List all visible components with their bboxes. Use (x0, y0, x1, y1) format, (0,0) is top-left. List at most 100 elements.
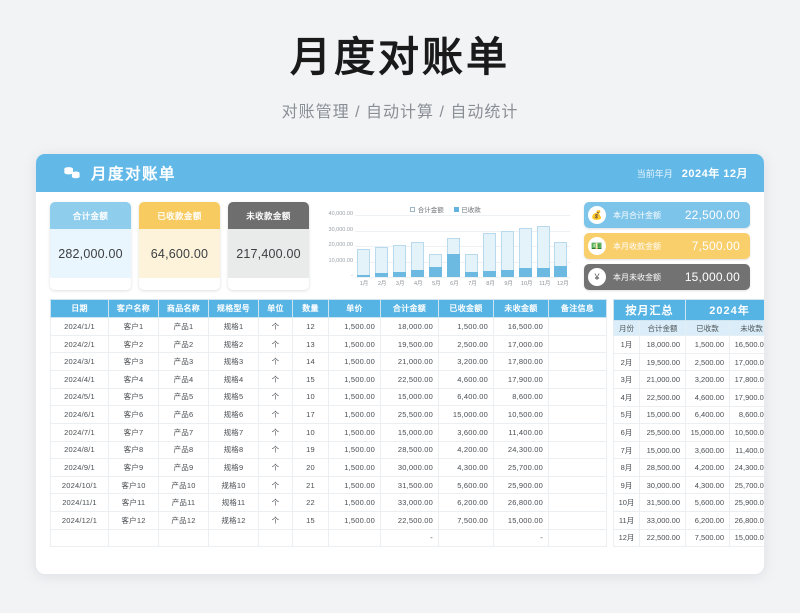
detail-column-header[interactable]: 合计金额 (380, 299, 439, 319)
table-cell[interactable]: 3,200.00 (438, 352, 494, 372)
summary-cell[interactable]: 25,900.00 (728, 493, 764, 513)
summary-cell[interactable]: 10,500.00 (728, 423, 764, 442)
table-cell[interactable]: 产品9 (158, 458, 209, 477)
table-cell[interactable]: 个 (258, 440, 293, 460)
table-cell[interactable]: 规格10 (208, 475, 259, 495)
table-cell[interactable]: 规格4 (208, 370, 259, 389)
table-cell[interactable]: 1,500.00 (328, 511, 381, 530)
summary-cell[interactable]: 10月 (613, 493, 640, 513)
table-row[interactable]: 2024/3/1 客户3 产品3 规格3 个 14 1,500.00 21,000.00 3,2… (50, 352, 607, 372)
table-cell[interactable]: 客户2 (108, 334, 159, 354)
table-cell[interactable] (548, 422, 607, 442)
summary-cell[interactable]: 11,400.00 (728, 440, 764, 460)
table-cell[interactable]: 规格8 (208, 440, 259, 460)
summary-column-header[interactable]: 月份 (613, 320, 640, 337)
table-cell[interactable]: 17,800.00 (493, 352, 549, 372)
table-cell[interactable]: 规格12 (208, 511, 259, 530)
summary-cell[interactable]: 28,500.00 (639, 458, 686, 477)
table-cell[interactable]: 4,600.00 (438, 370, 494, 389)
table-cell[interactable]: 10 (292, 422, 329, 442)
table-cell[interactable]: 22,500.00 (380, 370, 439, 389)
table-cell[interactable] (548, 511, 607, 530)
table-cell[interactable]: 2024/1/1 (50, 317, 109, 336)
summary-cell[interactable]: 4,200.00 (685, 458, 730, 477)
table-cell[interactable]: - (493, 528, 549, 548)
summary-cell[interactable]: 33,000.00 (639, 511, 686, 530)
table-cell[interactable]: 3,600.00 (438, 422, 494, 442)
table-cell[interactable]: 2024/10/1 (50, 475, 109, 495)
table-cell[interactable]: 客户9 (108, 458, 159, 477)
summary-cell[interactable]: 9月 (613, 475, 640, 495)
table-cell[interactable]: 2024/11/1 (50, 493, 109, 513)
summary-cell[interactable]: 21,000.00 (639, 370, 686, 389)
summary-cell[interactable]: 15,000.00 (639, 405, 686, 425)
table-cell[interactable]: 1,500.00 (328, 458, 381, 477)
summary-cell[interactable]: 17,800.00 (728, 370, 764, 389)
table-row[interactable]: 2024/10/1 客户10 产品10 规格10 个 21 1,500.00 31,500.0… (50, 475, 607, 495)
table-cell[interactable]: 产品11 (158, 493, 209, 513)
summary-cell[interactable]: 17,000.00 (728, 352, 764, 372)
summary-cell[interactable]: 30,000.00 (639, 475, 686, 495)
table-cell[interactable]: 15,000.00 (380, 422, 439, 442)
table-cell[interactable]: 2,500.00 (438, 334, 494, 354)
table-cell[interactable]: 个 (258, 387, 293, 407)
summary-cell[interactable]: 24,300.00 (728, 458, 764, 477)
table-cell[interactable]: 客户1 (108, 317, 159, 336)
table-cell[interactable]: 1,500.00 (328, 352, 381, 372)
table-cell[interactable]: 1,500.00 (328, 405, 381, 424)
table-cell[interactable] (548, 475, 607, 495)
current-period-value[interactable]: 2024年 12月 (682, 165, 748, 181)
table-cell[interactable]: 个 (258, 334, 293, 354)
table-row[interactable]: 2024/1/1 客户1 产品1 规格1 个 12 1,500.00 18,000.00 1,5… (50, 317, 607, 336)
table-cell[interactable]: 个 (258, 317, 293, 336)
summary-cell[interactable]: 25,500.00 (639, 423, 686, 442)
table-cell[interactable]: 16,500.00 (493, 317, 549, 336)
summary-cell[interactable]: 17,900.00 (728, 387, 764, 407)
summary-cell[interactable]: 5,600.00 (685, 493, 730, 513)
table-cell[interactable]: 33,000.00 (380, 493, 439, 513)
summary-cell[interactable]: 16,500.00 (728, 335, 764, 354)
table-cell[interactable]: 2024/5/1 (50, 387, 109, 407)
table-cell[interactable]: 21 (292, 475, 329, 495)
table-cell[interactable]: 2024/3/1 (50, 352, 109, 372)
summary-row[interactable]: 11月33,000.006,200.0026,800.00 (613, 511, 764, 530)
table-cell[interactable]: 10 (292, 387, 329, 407)
summary-column-header[interactable]: 合计金额 (639, 320, 686, 337)
table-cell[interactable]: 15,000.00 (438, 405, 494, 424)
table-cell[interactable]: 5,600.00 (438, 475, 494, 495)
table-cell[interactable]: 11,400.00 (493, 422, 549, 442)
summary-row[interactable]: 1月18,000.001,500.0016,500.00 (613, 335, 764, 354)
table-cell[interactable]: 规格6 (208, 405, 259, 424)
summary-row[interactable]: 10月31,500.005,600.0025,900.00 (613, 493, 764, 513)
table-cell[interactable]: 12 (292, 317, 329, 336)
table-cell[interactable]: 规格11 (208, 493, 259, 513)
table-cell[interactable]: 个 (258, 493, 293, 513)
table-cell[interactable]: 个 (258, 352, 293, 372)
summary-row[interactable]: 9月30,000.004,300.0025,700.00 (613, 475, 764, 495)
table-cell[interactable]: 2024/2/1 (50, 334, 109, 354)
table-row[interactable]: 2024/9/1 客户9 产品9 规格9 个 20 1,500.00 30,000.00 4,3… (50, 458, 607, 477)
table-cell[interactable]: 客户3 (108, 352, 159, 372)
detail-column-header[interactable]: 备注信息 (548, 299, 607, 319)
table-cell[interactable] (208, 528, 259, 548)
summary-cell[interactable]: 3,600.00 (685, 440, 730, 460)
table-cell[interactable]: 2024/12/1 (50, 511, 109, 530)
table-cell[interactable]: 1,500.00 (328, 370, 381, 389)
table-cell[interactable]: 产品7 (158, 422, 209, 442)
table-cell[interactable]: 规格7 (208, 422, 259, 442)
table-cell[interactable]: 规格2 (208, 334, 259, 354)
table-cell[interactable]: 8,600.00 (493, 387, 549, 407)
summary-cell[interactable]: 1,500.00 (685, 335, 730, 354)
summary-cell[interactable]: 3,200.00 (685, 370, 730, 389)
detail-column-header[interactable]: 数量 (292, 299, 329, 319)
summary-cell[interactable]: 4,300.00 (685, 475, 730, 495)
table-cell[interactable] (438, 528, 494, 548)
table-cell[interactable]: 28,500.00 (380, 440, 439, 460)
table-cell[interactable]: 1,500.00 (328, 475, 381, 495)
table-cell[interactable]: 14 (292, 352, 329, 372)
table-cell[interactable]: 2024/7/1 (50, 422, 109, 442)
table-cell[interactable]: 个 (258, 370, 293, 389)
table-cell[interactable]: 客户11 (108, 493, 159, 513)
table-cell[interactable] (548, 440, 607, 460)
table-cell[interactable]: 个 (258, 511, 293, 530)
